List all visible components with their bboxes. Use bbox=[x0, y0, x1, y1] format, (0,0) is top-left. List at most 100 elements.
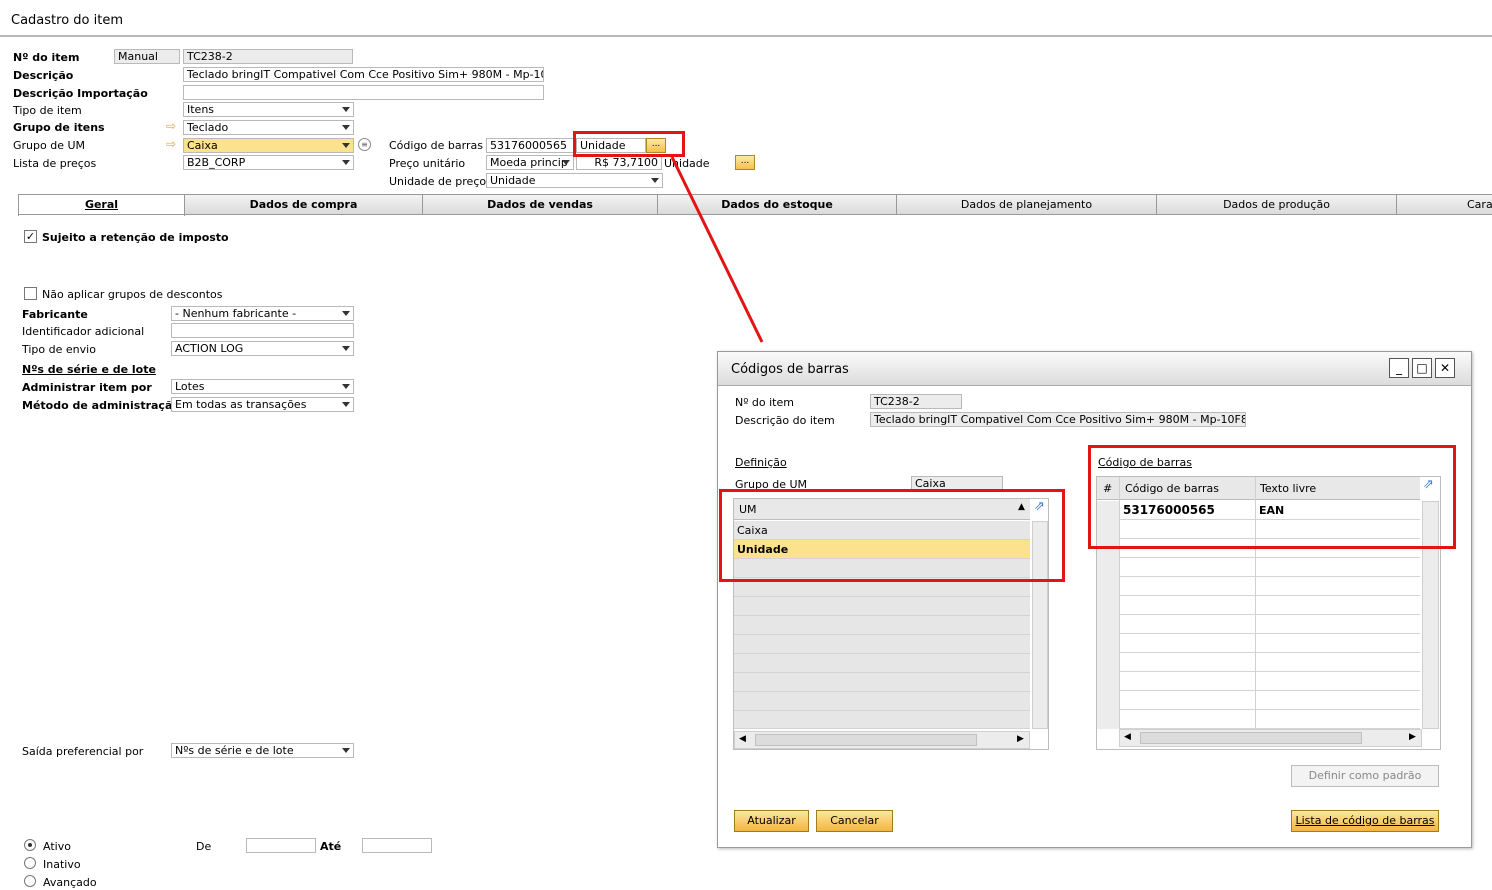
preferred-exit-label: Saída preferencial por bbox=[22, 745, 144, 758]
item-no-label: Nº do item bbox=[13, 51, 80, 64]
tab-sales[interactable]: Dados de vendas bbox=[422, 194, 658, 215]
scroll-left-icon[interactable]: ◀ bbox=[1124, 732, 1131, 742]
management-method-dropdown[interactable]: Em todas as transações bbox=[171, 397, 354, 412]
barcode-row[interactable] bbox=[1097, 672, 1420, 691]
shipping-type-dropdown[interactable]: ACTION LOG bbox=[171, 341, 354, 356]
tab-inventory[interactable]: Dados do estoque bbox=[657, 194, 897, 215]
barcode-row[interactable] bbox=[1097, 653, 1420, 672]
additional-id-field[interactable] bbox=[171, 323, 354, 338]
barcode-horizontal-scrollbar[interactable]: ◀ ▶ bbox=[1119, 729, 1422, 747]
manage-by-value: Lotes bbox=[175, 380, 205, 393]
link-arrow-icon[interactable]: ⇨ bbox=[166, 120, 176, 133]
info-icon[interactable]: ≡ bbox=[358, 138, 371, 151]
unit-price-field[interactable]: R$ 73,7100 bbox=[576, 155, 662, 170]
uom-row[interactable] bbox=[734, 673, 1030, 692]
uom-row[interactable] bbox=[734, 635, 1030, 654]
minimize-icon[interactable]: _ bbox=[1389, 358, 1409, 378]
item-no-mode-field[interactable]: Manual bbox=[114, 49, 180, 64]
window-title: Cadastro do item bbox=[11, 13, 123, 28]
advanced-radio[interactable] bbox=[24, 875, 36, 887]
manufacturer-dropdown[interactable]: - Nenhum fabricante - bbox=[171, 306, 354, 321]
preferred-exit-value: Nºs de série e de lote bbox=[175, 744, 294, 757]
price-list-dropdown[interactable]: B2B_CORP bbox=[183, 155, 354, 170]
chevron-down-icon bbox=[342, 107, 350, 112]
no-discount-checkbox[interactable] bbox=[24, 287, 37, 300]
tab-purchasing[interactable]: Dados de compra bbox=[184, 194, 423, 215]
from-date-field[interactable] bbox=[246, 838, 316, 853]
dialog-item-no-field[interactable]: TC238-2 bbox=[870, 394, 962, 409]
uom-row[interactable] bbox=[734, 711, 1030, 729]
update-button[interactable]: Atualizar bbox=[734, 810, 809, 832]
uom-row[interactable] bbox=[734, 597, 1030, 616]
active-radio[interactable] bbox=[24, 839, 36, 851]
tab-planning[interactable]: Dados de planejamento bbox=[896, 194, 1157, 215]
scroll-right-icon[interactable]: ▶ bbox=[1017, 734, 1024, 744]
uom-row[interactable] bbox=[734, 692, 1030, 711]
item-group-label: Grupo de itens bbox=[13, 121, 105, 134]
close-icon[interactable]: ✕ bbox=[1435, 358, 1455, 378]
scroll-right-icon[interactable]: ▶ bbox=[1409, 732, 1416, 742]
barcode-label: Código de barras bbox=[389, 139, 483, 152]
unit-price-label: Preço unitário bbox=[389, 157, 466, 170]
tab-production[interactable]: Dados de produção bbox=[1156, 194, 1397, 215]
uom-group-dropdown[interactable]: Caixa bbox=[183, 138, 354, 153]
scroll-left-icon[interactable]: ◀ bbox=[739, 734, 746, 744]
chevron-down-icon bbox=[342, 311, 350, 316]
item-type-label: Tipo de item bbox=[13, 104, 82, 117]
barcode-row[interactable] bbox=[1097, 634, 1420, 653]
uom-row[interactable] bbox=[734, 654, 1030, 673]
tab-bar: Geral Dados de compra Dados de vendas Da… bbox=[18, 194, 1492, 216]
barcode-row[interactable] bbox=[1097, 577, 1420, 596]
chevron-down-icon bbox=[342, 125, 350, 130]
advanced-label: Avançado bbox=[43, 876, 97, 889]
inactive-label: Inativo bbox=[43, 858, 81, 871]
manage-by-label: Administrar item por bbox=[22, 381, 152, 394]
barcode-row[interactable] bbox=[1097, 615, 1420, 634]
definition-heading: Definição bbox=[735, 456, 787, 469]
currency-dropdown[interactable]: Moeda princip bbox=[486, 155, 574, 170]
barcode-row[interactable] bbox=[1097, 710, 1420, 729]
uom-group-value: Caixa bbox=[187, 139, 218, 152]
dialog-item-no-label: Nº do item bbox=[735, 396, 794, 409]
annotation-box-uom-grid bbox=[719, 489, 1065, 582]
unit-price-uom: Unidade bbox=[664, 157, 710, 170]
chevron-down-icon bbox=[342, 160, 350, 165]
item-group-dropdown[interactable]: Teclado bbox=[183, 120, 354, 135]
barcode-list-button[interactable]: Lista de código de barras bbox=[1291, 810, 1439, 832]
manage-by-dropdown[interactable]: Lotes bbox=[171, 379, 354, 394]
maximize-icon[interactable]: □ bbox=[1412, 358, 1432, 378]
additional-id-label: Identificador adicional bbox=[22, 325, 145, 338]
barcode-row[interactable] bbox=[1097, 558, 1420, 577]
scroll-thumb[interactable] bbox=[755, 734, 977, 746]
link-arrow-icon[interactable]: ⇨ bbox=[166, 138, 176, 151]
currency-value: Moeda princip bbox=[490, 156, 568, 169]
scroll-thumb[interactable] bbox=[1140, 732, 1362, 744]
set-default-button[interactable]: Definir como padrão bbox=[1291, 765, 1439, 787]
dialog-item-desc-field[interactable]: Teclado bringIT Compativel Com Cce Posit… bbox=[870, 412, 1246, 427]
withholding-label: Sujeito a retenção de imposto bbox=[42, 231, 229, 244]
chevron-down-icon bbox=[342, 346, 350, 351]
cancel-button[interactable]: Cancelar bbox=[816, 810, 893, 832]
withholding-checkbox[interactable]: ✓ bbox=[24, 230, 37, 243]
inactive-radio[interactable] bbox=[24, 857, 36, 869]
to-date-field[interactable] bbox=[362, 838, 432, 853]
item-no-field[interactable]: TC238-2 bbox=[183, 49, 353, 64]
item-type-dropdown[interactable]: Itens bbox=[183, 102, 354, 117]
tab-general[interactable]: Geral bbox=[18, 194, 185, 216]
description-import-field[interactable] bbox=[183, 85, 544, 100]
preferred-exit-dropdown[interactable]: Nºs de série e de lote bbox=[171, 743, 354, 758]
uom-row[interactable] bbox=[734, 616, 1030, 635]
description-field[interactable]: Teclado bringIT Compativel Com Cce Posit… bbox=[183, 67, 544, 82]
barcode-field[interactable]: 53176000565 bbox=[486, 138, 574, 153]
window-title-bar: Cadastro do item bbox=[0, 0, 1492, 37]
uom-horizontal-scrollbar[interactable]: ◀ ▶ bbox=[734, 731, 1030, 749]
price-unit-dropdown[interactable]: Unidade bbox=[486, 173, 663, 188]
chevron-down-icon bbox=[342, 384, 350, 389]
description-import-label: Descrição Importação bbox=[13, 87, 148, 100]
price-list-label: Lista de preços bbox=[13, 157, 97, 170]
price-ellipsis-button[interactable]: ... bbox=[735, 155, 755, 170]
tab-properties[interactable]: Cara bbox=[1396, 194, 1492, 215]
from-label: De bbox=[196, 840, 212, 853]
barcode-row[interactable] bbox=[1097, 596, 1420, 615]
barcode-row[interactable] bbox=[1097, 691, 1420, 710]
